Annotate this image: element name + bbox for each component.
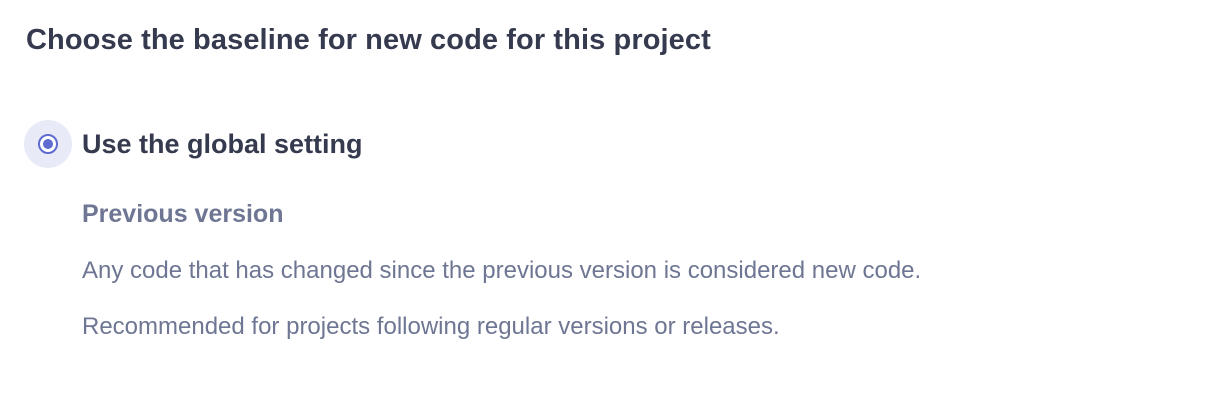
option-label[interactable]: Use the global setting — [82, 129, 363, 160]
radio-focus-halo — [24, 120, 72, 168]
global-setting-recommendation: Recommended for projects following regul… — [82, 313, 780, 340]
global-setting-description: Any code that has changed since the prev… — [82, 257, 922, 284]
radio-button[interactable] — [38, 134, 58, 154]
new-code-baseline-panel: Choose the baseline for new code for thi… — [0, 0, 1230, 400]
use-global-setting-option[interactable]: Use the global setting — [24, 120, 363, 168]
radio-selected-dot — [43, 139, 53, 149]
page-title: Choose the baseline for new code for thi… — [26, 24, 711, 56]
global-setting-title: Previous version — [82, 200, 284, 228]
